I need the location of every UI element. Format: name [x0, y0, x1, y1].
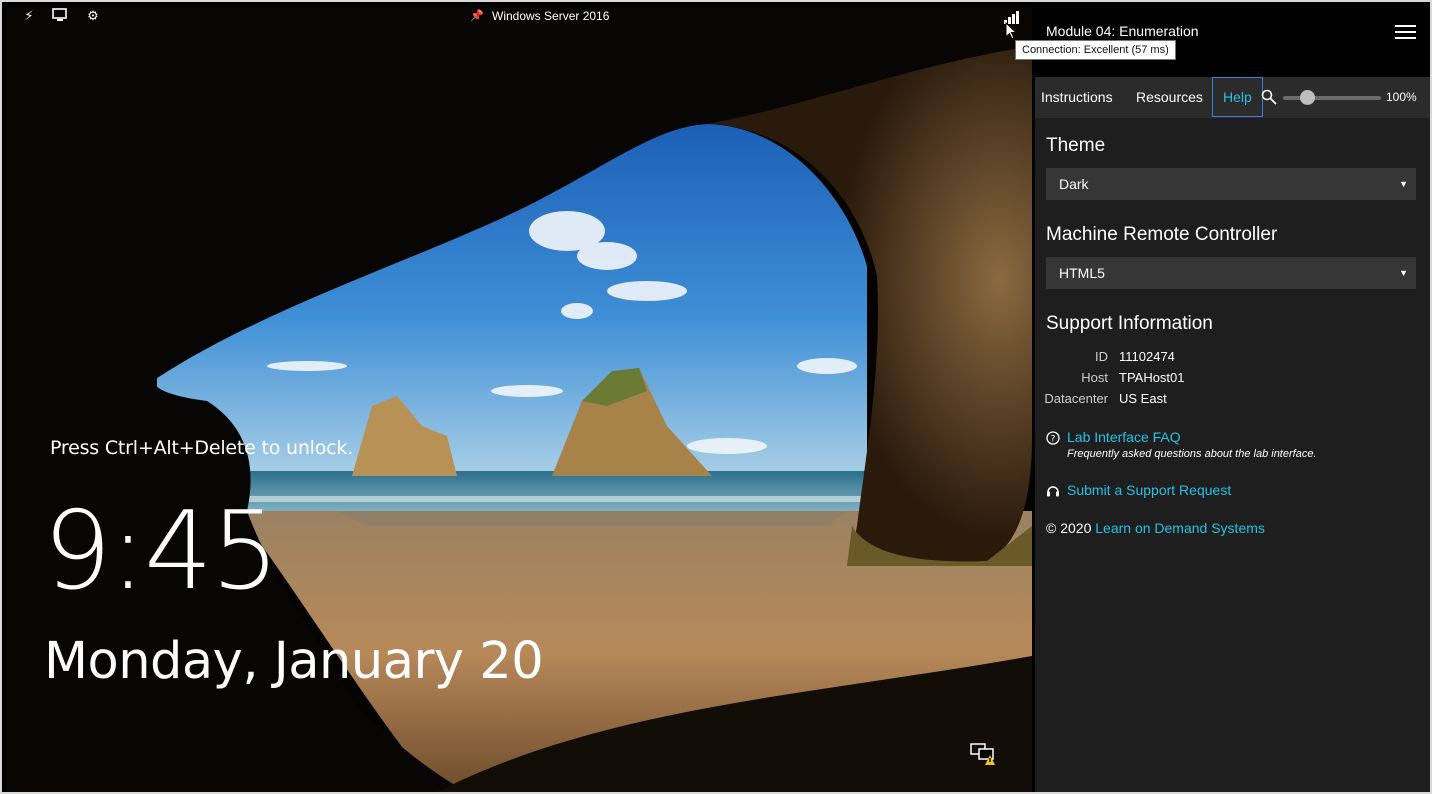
faq-link[interactable]: Lab Interface FAQ: [1067, 429, 1181, 445]
controller-select[interactable]: HTML5 ▼: [1046, 257, 1416, 289]
copyright: © 2020 Learn on Demand Systems: [1046, 520, 1265, 536]
unlock-hint: Press Ctrl+Alt+Delete to unlock.: [50, 437, 354, 459]
chevron-down-icon: ▼: [1399, 268, 1408, 278]
lab-side-panel: Module 04: Enumeration Instructions Reso…: [1035, 6, 1430, 792]
network-warning-icon[interactable]: [969, 742, 997, 766]
pin-icon[interactable]: 📌: [470, 9, 484, 22]
tab-resources[interactable]: Resources: [1136, 77, 1203, 118]
zoom-slider[interactable]: [1283, 96, 1381, 100]
faq-row: ? Lab Interface FAQ Frequently asked que…: [1046, 429, 1317, 460]
theme-select[interactable]: Dark ▼: [1046, 168, 1416, 200]
panel-tabs: Instructions Resources Help 100%: [1035, 77, 1430, 118]
support-row-host: Host TPAHost01: [1046, 370, 1184, 390]
lock-screen-date: Monday, January 20: [44, 632, 544, 691]
tab-help[interactable]: Help: [1212, 77, 1263, 117]
tab-instructions[interactable]: Instructions: [1041, 77, 1113, 118]
lab-window: ⚡ ⚙ 📌 Windows Server 2016 Press Ctrl+Alt…: [0, 0, 1432, 794]
zoom-icon: [1261, 89, 1277, 105]
lightning-icon[interactable]: ⚡: [20, 8, 38, 24]
support-row-datacenter: Datacenter US East: [1044, 391, 1166, 411]
support-key: ID: [1095, 349, 1108, 364]
support-request-link[interactable]: Submit a Support Request: [1067, 482, 1231, 498]
zoom-value: 100%: [1386, 90, 1417, 104]
support-heading: Support Information: [1046, 313, 1213, 334]
support-key: Host: [1081, 370, 1108, 385]
hamburger-menu-icon[interactable]: [1395, 25, 1416, 39]
gear-icon[interactable]: ⚙: [84, 8, 102, 24]
monitor-icon[interactable]: [51, 8, 69, 24]
headset-icon: [1046, 484, 1060, 498]
connection-tooltip: Connection: Excellent (57 ms): [1015, 40, 1176, 60]
support-request-row: Submit a Support Request: [1046, 482, 1231, 498]
question-circle-icon: ?: [1046, 431, 1060, 445]
zoom-slider-handle[interactable]: [1299, 90, 1315, 105]
support-value: TPAHost01: [1119, 370, 1185, 385]
vm-screen[interactable]: ⚡ ⚙ 📌 Windows Server 2016 Press Ctrl+Alt…: [7, 6, 1032, 792]
support-key: Datacenter: [1044, 391, 1108, 406]
lock-screen-time: 9:45: [43, 489, 280, 614]
theme-select-value: Dark: [1059, 176, 1089, 192]
support-value: 11102474: [1119, 349, 1175, 364]
support-value: US East: [1119, 391, 1167, 406]
company-link[interactable]: Learn on Demand Systems: [1095, 520, 1265, 536]
vm-title: Windows Server 2016: [492, 9, 610, 23]
chevron-down-icon: ▼: [1399, 179, 1408, 189]
mouse-cursor-icon: [1005, 21, 1018, 40]
support-row-id: ID 11102474: [1046, 349, 1175, 369]
vm-toolbar: ⚡ ⚙ 📌 Windows Server 2016: [7, 6, 1032, 28]
module-title: Module 04: Enumeration: [1046, 23, 1199, 39]
theme-heading: Theme: [1046, 135, 1106, 156]
copyright-text: © 2020: [1046, 520, 1096, 536]
controller-heading: Machine Remote Controller: [1046, 224, 1278, 245]
faq-description: Frequently asked questions about the lab…: [1067, 448, 1317, 460]
controller-select-value: HTML5: [1059, 265, 1105, 281]
svg-text:?: ?: [1051, 435, 1056, 445]
